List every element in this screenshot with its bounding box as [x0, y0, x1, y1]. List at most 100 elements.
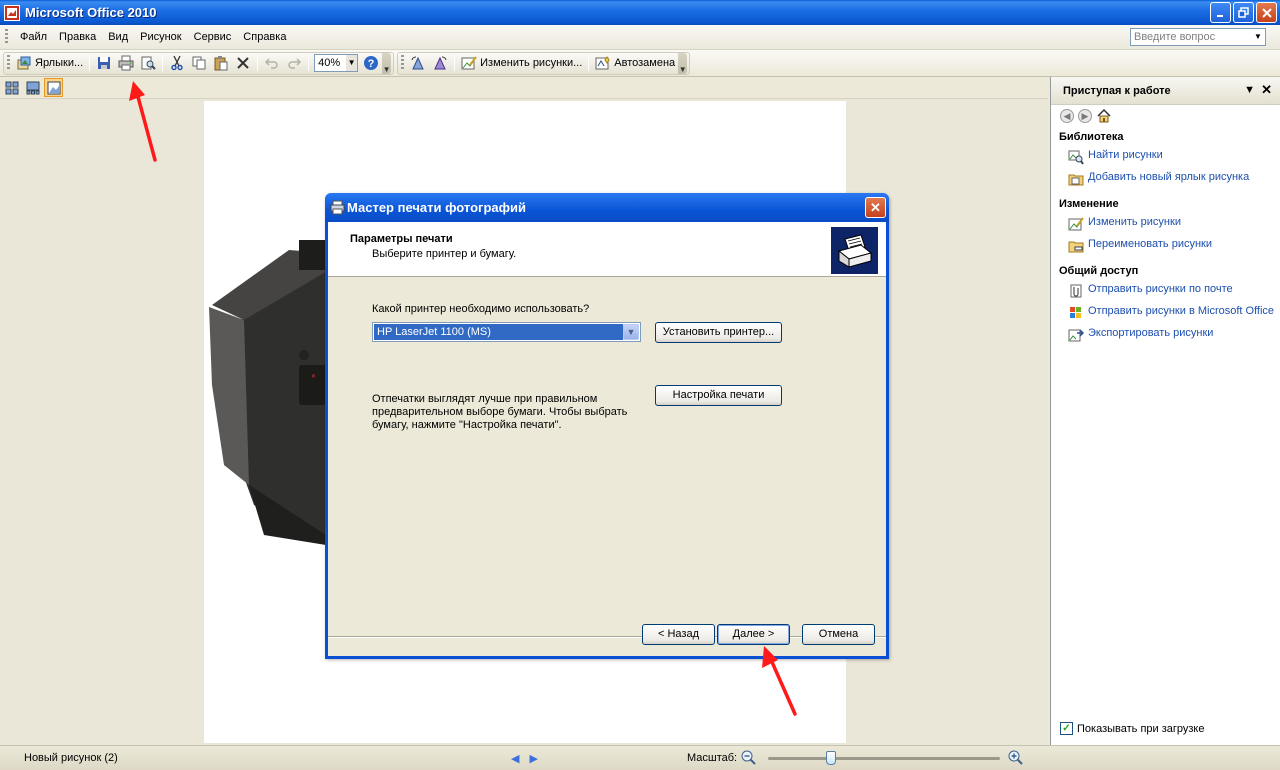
- print-preview-icon: [140, 55, 156, 71]
- save-button[interactable]: [93, 53, 115, 74]
- send-to-office-label: Отправить рисунки в Microsoft Office: [1088, 305, 1275, 317]
- menu-file[interactable]: Файл: [14, 29, 53, 45]
- single-picture-icon: [46, 80, 62, 96]
- email-pictures-label: Отправить рисунки по почте: [1088, 283, 1233, 295]
- document-name: Новый рисунок (2): [24, 752, 118, 764]
- minimize-button[interactable]: [1210, 2, 1231, 23]
- back-arrow-icon[interactable]: ◀: [1060, 109, 1074, 123]
- email-pictures-link[interactable]: Отправить рисунки по почте: [1051, 280, 1280, 302]
- menu-picture[interactable]: Рисунок: [134, 29, 188, 45]
- filmstrip-icon: [25, 80, 41, 96]
- svg-text:?: ?: [368, 58, 375, 70]
- status-bar: Новый рисунок (2) ◀ ▶ Масштаб:: [0, 745, 1280, 770]
- menu-grip[interactable]: [5, 29, 8, 45]
- zoom-dropdown-icon[interactable]: ▼: [346, 55, 358, 71]
- rename-pictures-link[interactable]: Переименовать рисунки: [1051, 235, 1280, 257]
- show-on-startup-checkbox[interactable]: ✓: [1060, 722, 1073, 735]
- single-picture-view-button[interactable]: [44, 78, 63, 97]
- printer-select[interactable]: HP LaserJet 1100 (MS) ▼: [372, 322, 641, 342]
- add-picture-shortcut-link[interactable]: Добавить новый ярлык рисунка: [1051, 168, 1280, 190]
- toolbar-grip[interactable]: [7, 55, 10, 71]
- ask-question-placeholder: Введите вопрос: [1134, 31, 1216, 43]
- send-to-office-link[interactable]: Отправить рисунки в Microsoft Office: [1051, 302, 1280, 324]
- thumbnails-icon: [4, 80, 20, 96]
- forward-arrow-icon[interactable]: ▶: [1078, 109, 1092, 123]
- edit-pictures-button[interactable]: Изменить рисунки...: [458, 53, 585, 74]
- edit-pictures-label: Изменить рисунки...: [480, 57, 583, 69]
- task-pane-menu-icon[interactable]: ▼: [1244, 84, 1255, 96]
- copy-button[interactable]: [188, 53, 210, 74]
- print-preview-button[interactable]: [137, 53, 159, 74]
- edit-pictures-link[interactable]: Изменить рисунки: [1051, 213, 1280, 235]
- annotation-arrow-next: [762, 646, 797, 716]
- previous-picture-icon[interactable]: ◀: [511, 752, 519, 765]
- install-printer-button[interactable]: Установить принтер...: [655, 322, 782, 343]
- cut-button[interactable]: [166, 53, 188, 74]
- copy-icon: [191, 55, 207, 71]
- printer-wizard-icon: [830, 226, 879, 275]
- close-button[interactable]: [1256, 2, 1277, 23]
- export-pictures-link[interactable]: Экспортировать рисунки: [1051, 324, 1280, 346]
- zoom-label: Масштаб:: [687, 752, 738, 764]
- print-button[interactable]: [115, 53, 137, 74]
- rotate-right-icon: [432, 55, 448, 71]
- filmstrip-view-button[interactable]: [23, 78, 42, 97]
- toolbar-grip[interactable]: [401, 55, 405, 71]
- section-edit-title: Изменение: [1059, 198, 1119, 210]
- zoom-combo[interactable]: 40% ▼: [314, 54, 359, 72]
- autocorrect-button[interactable]: Автозамена: [592, 53, 678, 74]
- window-title: Microsoft Office 2010: [25, 5, 157, 20]
- delete-button[interactable]: [232, 53, 254, 74]
- ask-dropdown-icon[interactable]: ▼: [1252, 30, 1264, 44]
- menu-view[interactable]: Вид: [102, 29, 134, 45]
- printer-photo: ✕: [209, 240, 329, 545]
- standard-toolbar: Ярлыки... 40% ▼ ? ▼ Изменить рисунки...: [0, 50, 1280, 77]
- task-pane-close-icon[interactable]: ✕: [1261, 82, 1272, 98]
- undo-button[interactable]: [261, 53, 283, 74]
- print-setup-button[interactable]: Настройка печати: [655, 385, 782, 406]
- paste-icon: [213, 55, 229, 71]
- toolbar-group-picture: Изменить рисунки... Автозамена ▼: [397, 51, 691, 75]
- toolbar-options-icon[interactable]: ▼: [382, 52, 392, 74]
- maximize-button[interactable]: [1233, 2, 1254, 23]
- task-pane-nav: ◀ ▶: [1051, 105, 1280, 127]
- svg-text:✕: ✕: [311, 374, 316, 380]
- zoom-out-icon[interactable]: [741, 750, 756, 765]
- thumbnails-view-button[interactable]: [2, 78, 21, 97]
- toolbar-separator: [89, 55, 91, 71]
- dialog-subheading: Выберите принтер и бумагу.: [372, 248, 517, 260]
- next-picture-icon[interactable]: ▶: [529, 752, 537, 765]
- rotate-left-button[interactable]: [407, 53, 429, 74]
- zoom-slider-thumb[interactable]: [825, 751, 836, 765]
- find-pictures-label: Найти рисунки: [1088, 149, 1163, 161]
- ask-question-input[interactable]: Введите вопрос ▼: [1130, 28, 1266, 46]
- shortcuts-button[interactable]: Ярлыки...: [13, 53, 86, 74]
- zoom-slider-track[interactable]: [768, 757, 1000, 760]
- dialog-heading: Параметры печати: [350, 233, 453, 245]
- paste-button[interactable]: [210, 53, 232, 74]
- annotation-arrow-print: [129, 81, 157, 162]
- photo-print-wizard-dialog: Мастер печати фотографий ✕ Параметры печ…: [325, 193, 889, 659]
- menu-tools[interactable]: Сервис: [188, 29, 238, 45]
- toolbar-separator: [257, 55, 259, 71]
- cancel-button[interactable]: Отмена: [802, 624, 875, 645]
- printer-dropdown-icon[interactable]: ▼: [623, 324, 639, 340]
- dialog-close-button[interactable]: ✕: [865, 197, 886, 218]
- show-on-startup[interactable]: ✓ Показывать при загрузке: [1060, 722, 1204, 735]
- rotate-right-button[interactable]: [429, 53, 451, 74]
- toolbar-separator: [162, 55, 164, 71]
- autocorrect-icon: [595, 55, 611, 71]
- menu-help[interactable]: Справка: [237, 29, 292, 45]
- toolbar-separator: [308, 55, 310, 71]
- scissors-icon: [169, 55, 185, 71]
- redo-button[interactable]: [283, 53, 305, 74]
- menu-edit[interactable]: Правка: [53, 29, 102, 45]
- edit-pictures-link-label: Изменить рисунки: [1088, 216, 1181, 228]
- back-button[interactable]: < Назад: [642, 624, 715, 645]
- find-pictures-link[interactable]: Найти рисунки: [1051, 146, 1280, 168]
- zoom-in-icon[interactable]: [1008, 750, 1023, 765]
- toolbar-options-icon[interactable]: ▼: [678, 52, 688, 74]
- home-icon[interactable]: [1096, 108, 1112, 124]
- help-button[interactable]: ?: [360, 53, 382, 74]
- help-icon: ?: [363, 55, 379, 71]
